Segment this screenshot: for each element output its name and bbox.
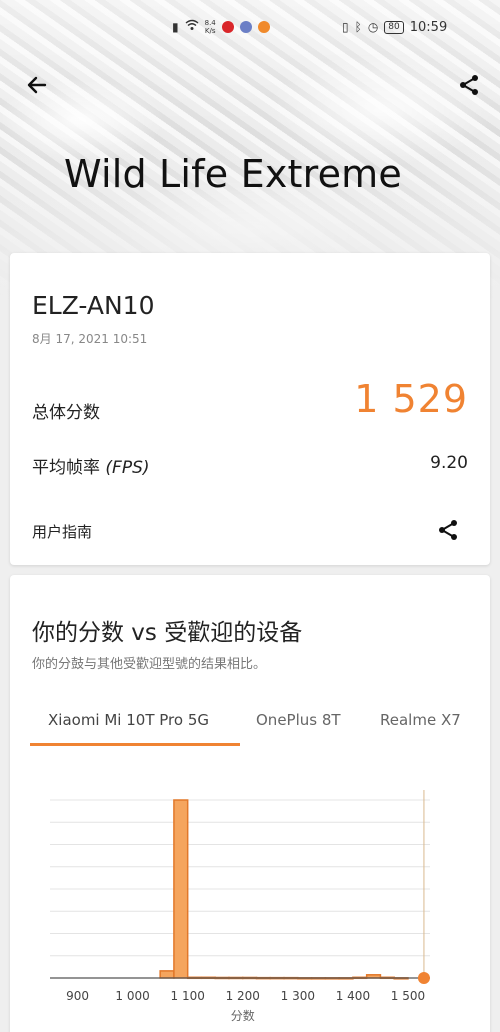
x-tick-label: 1 500 [391,989,425,1003]
tab-realme-x7[interactable]: Realme X7 [380,711,461,729]
your-score-marker [417,972,430,984]
notification-app-icon [221,21,234,33]
notification-app-icon [257,21,270,33]
user-guide-link[interactable]: 用户指南 [32,521,92,542]
x-tick-label: 1 100 [171,989,205,1003]
sim-card-icon: ▮ [172,20,179,34]
net-speed: 8.4 K/s [205,19,216,35]
net-speed-value: 8.4 [204,19,216,27]
notification-app-icon [239,21,252,33]
chart-svg: 900 1 000 1 100 1 200 1 300 1 400 1 500 分数 [50,790,430,1023]
score-label: 总体分数 [32,403,100,423]
run-date: 8月 17, 2021 10:51 [32,332,148,346]
wifi-icon [185,16,199,38]
back-button[interactable] [22,70,52,100]
battery-icon: 80 [384,20,404,34]
back-arrow-icon [27,76,47,94]
clock: 10:59 [409,19,448,35]
comparison-title: 你的分数 vs 受歡迎的设备 [32,620,303,646]
result-card: ELZ-AN10 8月 17, 2021 10:51 总体分数 1 529 平均… [10,253,490,565]
comparison-card: 你的分数 vs 受歡迎的设备 你的分鼓与其他受歡迎型號的结果相比。 Xiaomi… [10,575,490,1032]
score-value: 1 529 [354,377,468,421]
bluetooth-icon: ᛒ [354,20,362,34]
share-icon [439,520,457,540]
nfc-icon: ▯ [342,20,349,34]
tab-xiaomi-mi-10t-pro-5g[interactable]: Xiaomi Mi 10T Pro 5G [48,711,209,729]
device-tabs: Xiaomi Mi 10T Pro 5G OnePlus 8T Realme X… [10,705,490,747]
status-left: ▮ 8.4 K/s [172,16,270,38]
comparison-subtitle: 你的分鼓与其他受歡迎型號的结果相比。 [32,657,267,672]
status-bar: ▮ 8.4 K/s ▯ ᛒ ◷ 80 10:59 [0,14,500,42]
share-icon [460,75,478,95]
x-tick-label: 1 400 [336,989,370,1003]
x-tick-label: 1 300 [281,989,315,1003]
x-tick-label: 1 000 [115,989,149,1003]
alarm-icon: ◷ [367,20,379,34]
status-right: ▯ ᛒ ◷ 80 10:59 [342,16,447,38]
x-tick-label: 900 [66,989,89,1003]
fps-value: 9.20 [430,453,468,473]
fps-label-text: 平均帧率 [32,458,100,478]
x-axis-label: 分数 [231,1008,255,1023]
active-tab-indicator [30,743,240,746]
net-speed-unit: K/s [204,27,216,35]
benchmark-title: Wild Life Extreme [64,152,402,196]
score-distribution-chart: 900 1 000 1 100 1 200 1 300 1 400 1 500 分数 [10,780,490,1030]
share-result-button[interactable] [434,516,462,544]
fps-label-unit: (FPS) [105,458,150,478]
histogram-bar [159,970,175,979]
share-button[interactable] [454,70,484,100]
tab-oneplus-8t[interactable]: OnePlus 8T [256,711,341,729]
fps-label: 平均帧率 (FPS) [32,453,150,478]
histogram-bar [173,799,189,979]
device-name: ELZ-AN10 [32,291,155,320]
x-tick-label: 1 200 [226,989,260,1003]
